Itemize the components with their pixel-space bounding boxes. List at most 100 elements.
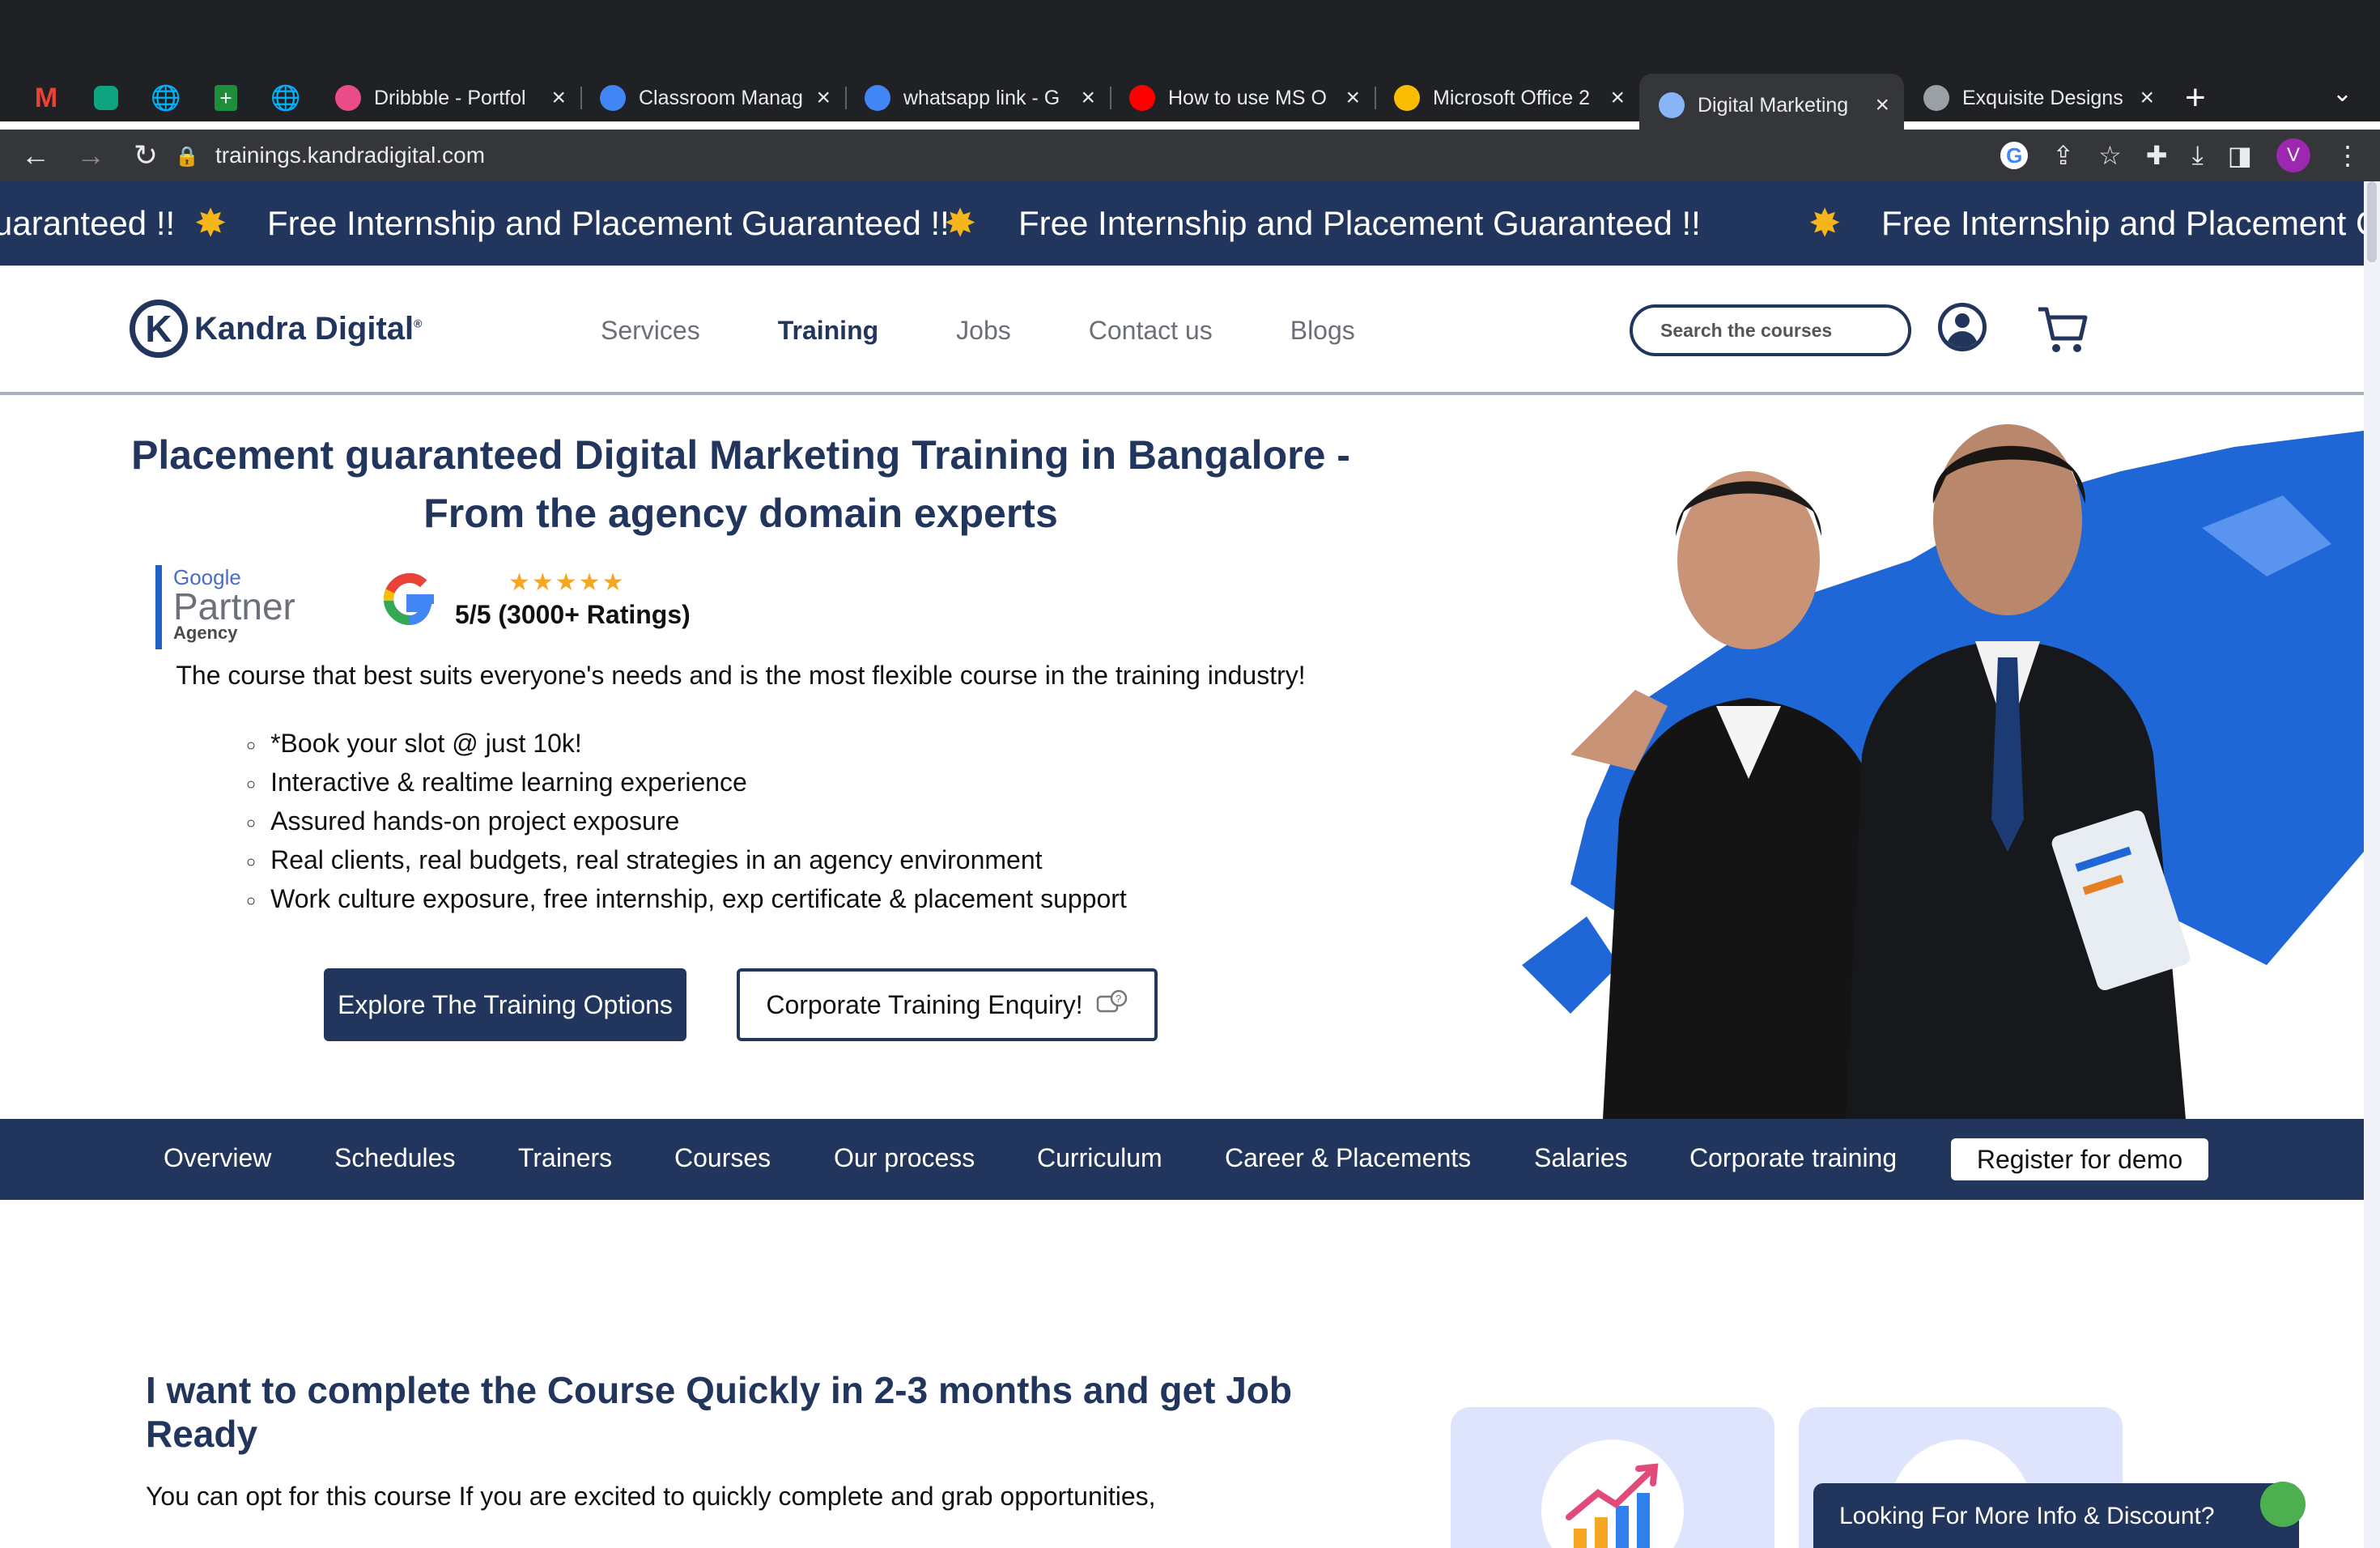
user-account-icon[interactable] xyxy=(1938,303,1987,351)
subnav-salaries[interactable]: Salaries xyxy=(1534,1143,1628,1173)
side-panel-icon[interactable]: ◨ xyxy=(2228,140,2252,171)
bookmark-star-icon[interactable]: ☆ xyxy=(2098,140,2122,171)
site-logo[interactable]: K Kandra Digital® xyxy=(130,300,422,358)
list-item: Real clients, real budgets, real strateg… xyxy=(246,840,1127,879)
nav-services[interactable]: Services xyxy=(601,316,700,346)
list-item: Work culture exposure, free internship, … xyxy=(246,879,1127,918)
close-tab-icon[interactable]: × xyxy=(1875,91,1889,119)
subnav-schedules[interactable]: Schedules xyxy=(334,1143,455,1173)
site-header: K Kandra Digital® Services Training Jobs… xyxy=(0,266,2364,395)
subnav-our-process[interactable]: Our process xyxy=(834,1143,975,1173)
drive-icon xyxy=(1394,85,1420,111)
tab-search-chevron-icon[interactable]: ⌄ xyxy=(2332,79,2352,108)
more-menu-icon[interactable]: ⋮ xyxy=(2335,140,2361,171)
main-navigation: Services Training Jobs Contact us Blogs xyxy=(601,316,1355,346)
youtube-icon xyxy=(1129,85,1155,111)
rating-text: 5/5 (3000+ Ratings) xyxy=(455,600,691,629)
tab-title: Classroom Manag xyxy=(639,86,803,109)
marquee-text: Free Internship and Placement Guaranteed… xyxy=(1018,204,1701,242)
globe-icon[interactable]: 🌐 xyxy=(256,74,316,122)
tab-title: whatsapp link - G xyxy=(903,86,1060,109)
hero-tagline: The course that best suits everyone's ne… xyxy=(176,661,1306,690)
google-icon xyxy=(865,85,890,111)
feature-list: *Book your slot @ just 10k! Interactive … xyxy=(246,724,1127,918)
close-tab-icon[interactable]: × xyxy=(1345,84,1360,112)
reload-icon[interactable]: ↻ xyxy=(118,138,173,172)
nav-jobs[interactable]: Jobs xyxy=(956,316,1011,346)
openai-icon[interactable] xyxy=(76,74,136,122)
subnav-overview[interactable]: Overview xyxy=(164,1143,271,1173)
marquee-text: Free Internship and Placement Gu xyxy=(1881,204,2364,242)
announcement-marquee: uaranteed !! ✸ Free Internship and Place… xyxy=(0,181,2364,266)
kandra-logo-icon: K xyxy=(130,300,188,358)
close-tab-icon[interactable]: × xyxy=(1081,84,1095,112)
corporate-enquiry-button[interactable]: Corporate Training Enquiry! ? xyxy=(737,968,1158,1041)
list-item: Assured hands-on project exposure xyxy=(246,802,1127,840)
browser-tab[interactable]: How to use MS O × xyxy=(1110,74,1375,122)
starburst-icon: ✸ xyxy=(944,202,977,245)
address-bar[interactable]: 🔒 trainings.kandradigital.com xyxy=(175,130,2215,181)
kandra-icon xyxy=(1659,92,1685,118)
tab-title: Exquisite Designs xyxy=(1962,86,2123,109)
site-icon xyxy=(1923,85,1949,111)
google-rating: ★★★★★ 5/5 (3000+ Ratings) xyxy=(377,567,691,632)
subnav-career-placements[interactable]: Career & Placements xyxy=(1225,1143,1471,1173)
browser-tab[interactable]: Dribbble - Portfol × xyxy=(316,74,580,122)
back-arrow-icon[interactable]: ← xyxy=(8,138,63,172)
svg-text:?: ? xyxy=(1116,993,1121,1005)
section-description: You can opt for this course If you are e… xyxy=(146,1482,1156,1511)
close-tab-icon[interactable]: × xyxy=(1610,84,1625,112)
page-scrollbar[interactable] xyxy=(2364,181,2380,1548)
register-demo-button[interactable]: Register for demo xyxy=(1951,1138,2208,1180)
hero-title: Placement guaranteed Digital Marketing T… xyxy=(131,432,1350,536)
nav-blogs[interactable]: Blogs xyxy=(1290,316,1355,346)
course-search-input[interactable]: Search the courses xyxy=(1630,304,1911,356)
browser-tabstrip: M 🌐 + 🌐 Dribbble - Portfol × Classroom Man… xyxy=(0,66,2380,137)
hero-professionals-illustration xyxy=(1522,424,2364,1119)
growth-chart-icon xyxy=(1566,1463,1659,1548)
browser-tab[interactable]: Digital Marketing × xyxy=(1639,74,1904,137)
browser-toolbar: ← → ↻ 🔒 trainings.kandradigital.com G ⇪ … xyxy=(0,130,2380,181)
nav-training[interactable]: Training xyxy=(778,316,878,346)
marquee-text: Free Internship and Placement Guaranteed… xyxy=(267,204,950,242)
download-icon[interactable]: ⤓ xyxy=(2192,140,2204,171)
gmail-icon[interactable]: M xyxy=(16,74,76,122)
subnav-courses[interactable]: Courses xyxy=(674,1143,771,1173)
nav-contact-us[interactable]: Contact us xyxy=(1089,316,1213,346)
rating-stars-icon: ★★★★★ xyxy=(508,569,626,596)
browser-tab[interactable]: Microsoft Office 2 × xyxy=(1375,74,1639,122)
chat-status-icon[interactable] xyxy=(2260,1482,2306,1527)
shopping-cart-icon[interactable] xyxy=(2035,301,2092,358)
scrollbar-thumb[interactable] xyxy=(2367,181,2377,262)
globe-icon[interactable]: 🌐 xyxy=(136,74,196,122)
subnav-curriculum[interactable]: Curriculum xyxy=(1037,1143,1162,1173)
starburst-icon: ✸ xyxy=(1808,202,1842,245)
marquee-text: uaranteed !! xyxy=(0,204,176,242)
logo-text: Kandra Digital® xyxy=(194,310,423,347)
browser-tab[interactable]: whatsapp link - G × xyxy=(845,74,1110,122)
share-icon[interactable]: ⇪ xyxy=(2052,140,2074,171)
tab-title: Microsoft Office 2 xyxy=(1433,86,1591,109)
browser-tab[interactable]: Classroom Manag × xyxy=(580,74,845,122)
hero-section: Placement guaranteed Digital Marketing T… xyxy=(0,398,2364,1119)
explore-training-button[interactable]: Explore The Training Options xyxy=(324,968,686,1041)
close-tab-icon[interactable]: × xyxy=(816,84,831,112)
close-tab-icon[interactable]: × xyxy=(551,84,566,112)
extensions-puzzle-icon[interactable]: ✚ xyxy=(2146,140,2168,171)
feature-card[interactable] xyxy=(1451,1407,1774,1548)
profile-avatar[interactable]: V xyxy=(2276,138,2310,172)
google-lens-icon[interactable]: G xyxy=(2000,142,2029,169)
tab-title: How to use MS O xyxy=(1168,86,1327,109)
tab-title: Digital Marketing xyxy=(1698,93,1849,117)
chat-bubbles-icon: ? xyxy=(1096,989,1127,1013)
browser-tab[interactable]: Exquisite Designs × xyxy=(1904,74,2169,122)
chat-widget[interactable]: Looking For More Info & Discount? xyxy=(1813,1483,2299,1548)
section-heading: I want to complete the Course Quickly in… xyxy=(146,1369,1292,1455)
forward-arrow-icon[interactable]: → xyxy=(63,138,118,172)
subnav-trainers[interactable]: Trainers xyxy=(518,1143,612,1173)
sheets-icon[interactable]: + xyxy=(196,74,256,122)
tab-title: Dribbble - Portfol xyxy=(374,86,526,109)
new-tab-button[interactable]: + xyxy=(2185,78,2206,118)
close-tab-icon[interactable]: × xyxy=(2140,84,2154,112)
subnav-corporate-training[interactable]: Corporate training xyxy=(1689,1143,1897,1173)
